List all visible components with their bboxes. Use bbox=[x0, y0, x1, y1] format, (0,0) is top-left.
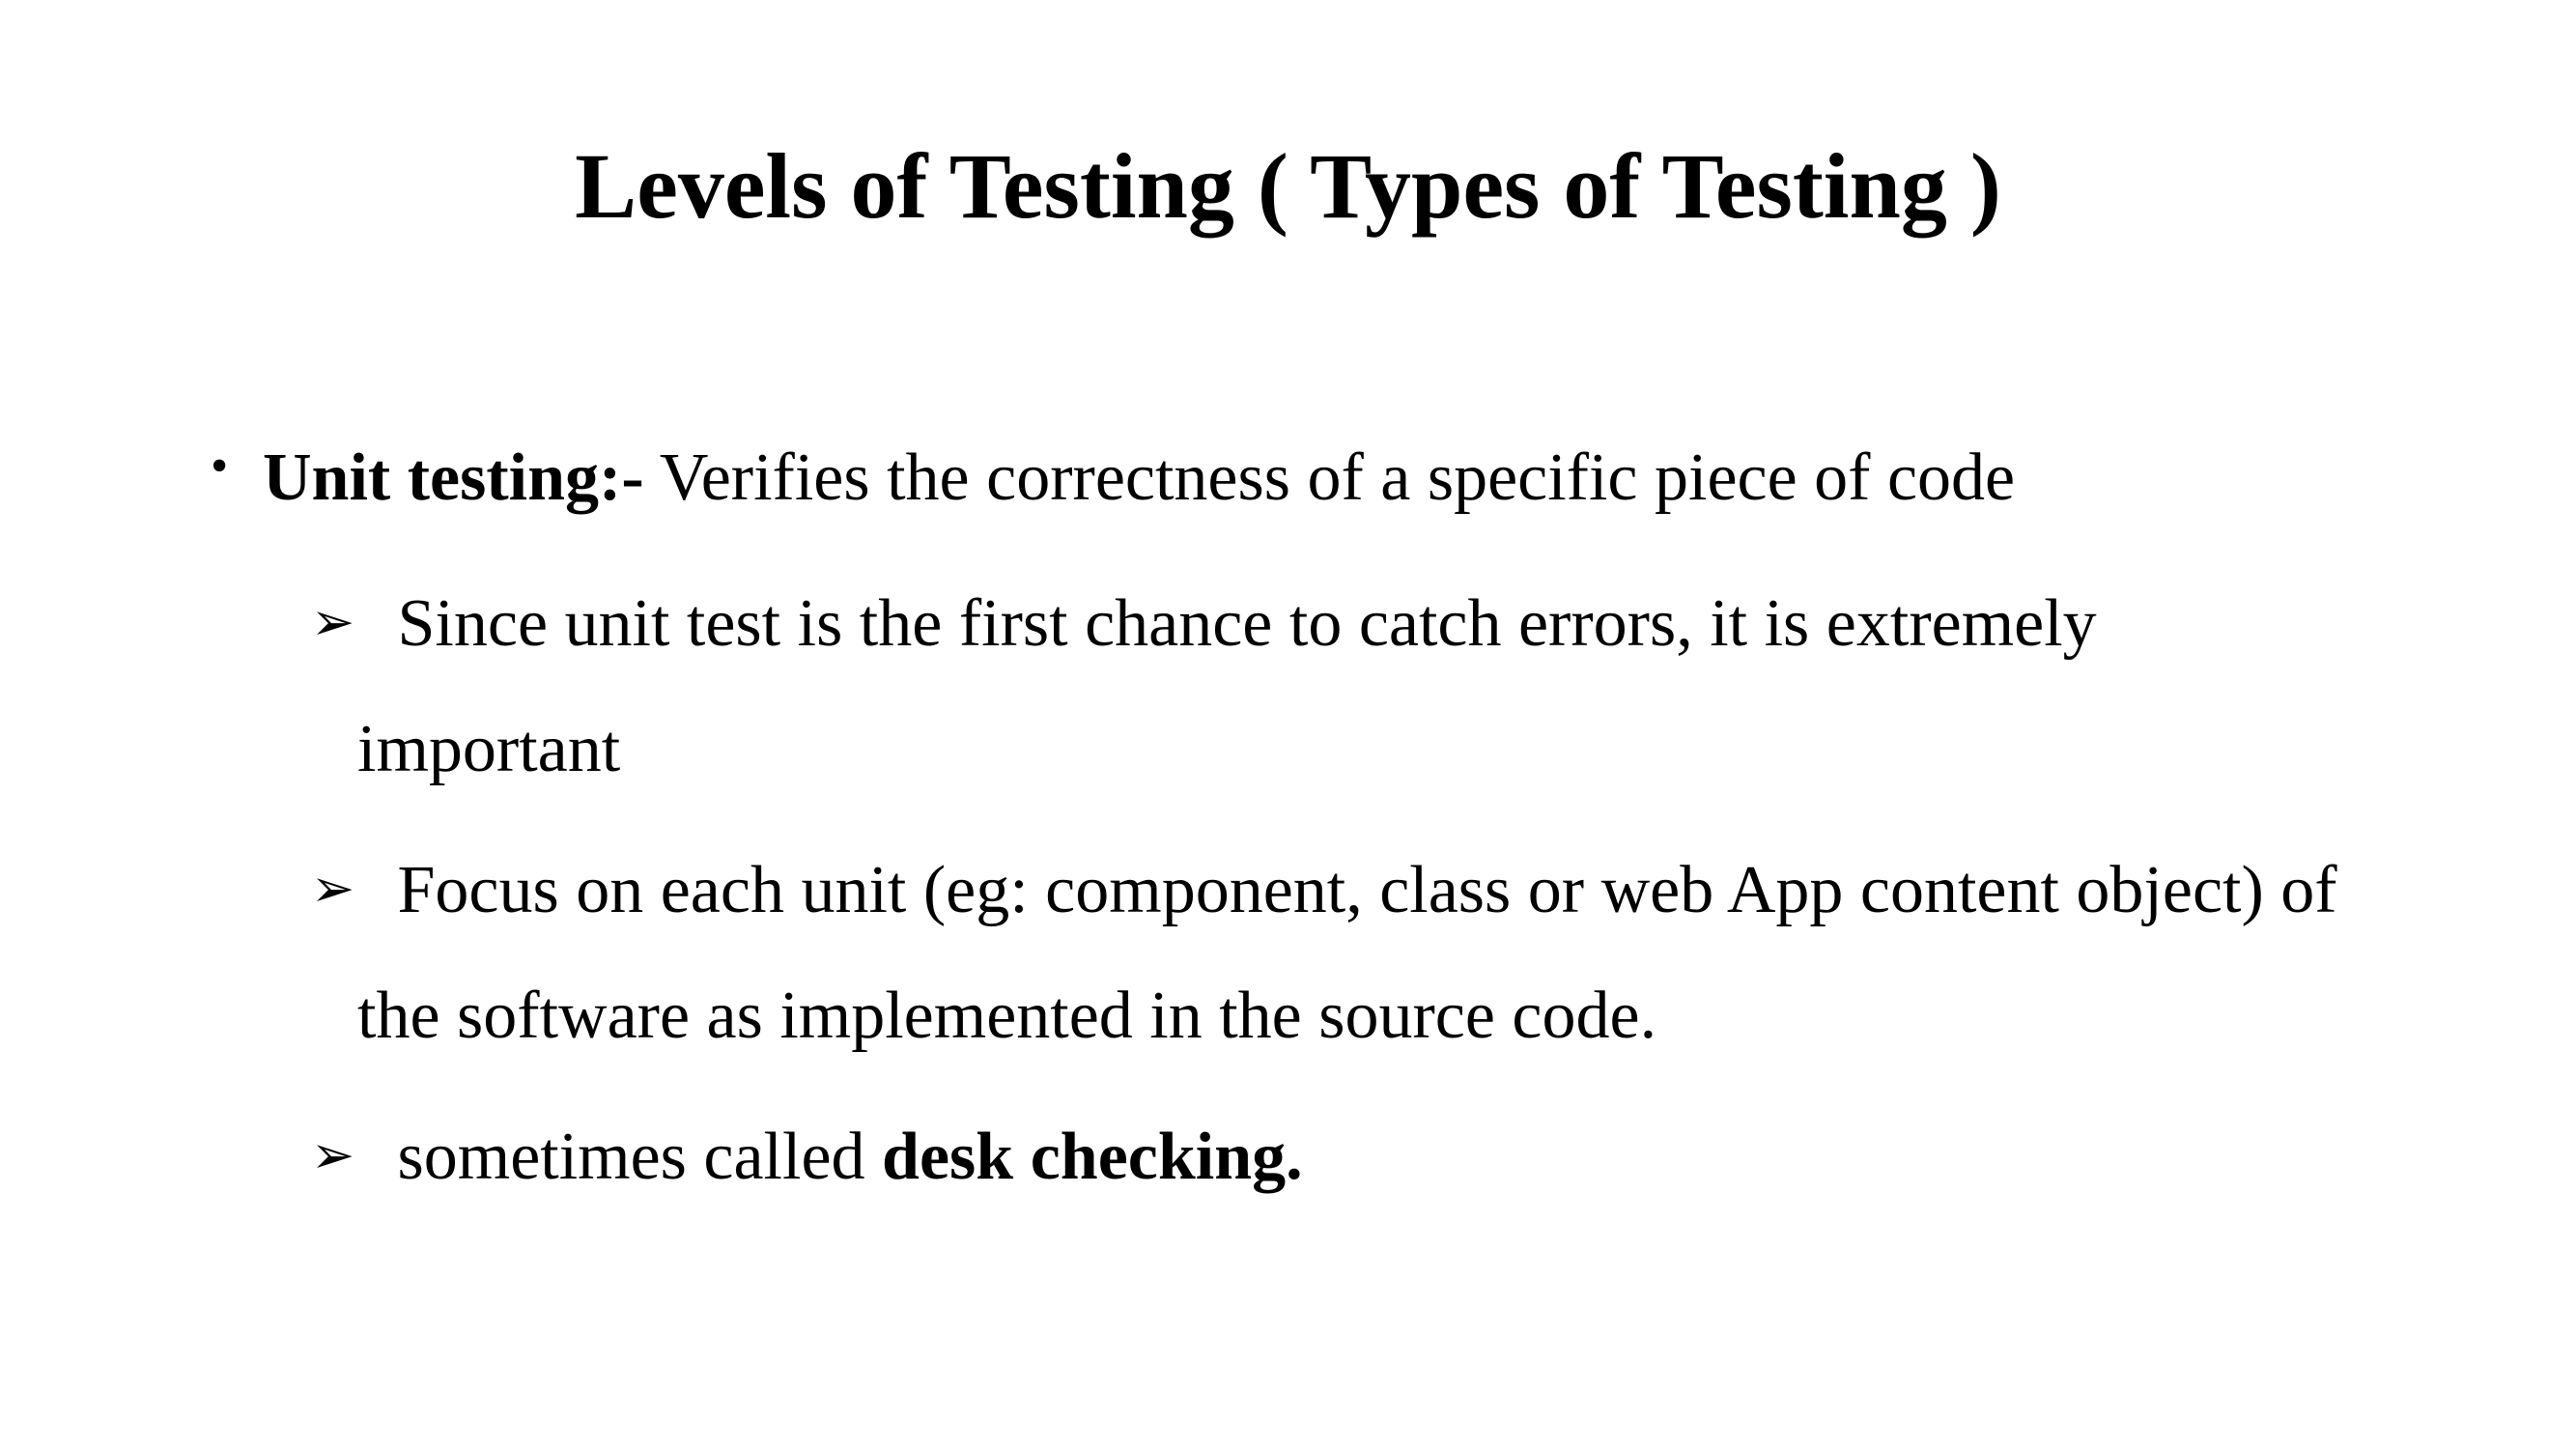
bullet-dot-icon: • bbox=[211, 439, 229, 494]
arrow-bullet-icon: ➢ bbox=[311, 1124, 355, 1185]
sub-item-text: sometimes called bbox=[381, 1120, 883, 1194]
sub-item-line: ➢ Since unit test is the first chance to… bbox=[311, 558, 2494, 686]
slide: Levels of Testing ( Types of Testing ) •… bbox=[0, 0, 2576, 1449]
sub-item-bold-term: desk checking. bbox=[882, 1120, 1303, 1194]
sub-item-text: Focus on each unit (eg: component, class… bbox=[381, 853, 2337, 927]
arrow-bullet-icon: ➢ bbox=[311, 858, 355, 919]
sub-item-focus-unit: ➢ Focus on each unit (eg: component, cla… bbox=[311, 825, 2494, 1080]
sub-item-line: ➢ Focus on each unit (eg: component, cla… bbox=[311, 825, 2494, 952]
sub-item-desk-checking: ➢ sometimes called desk checking. bbox=[311, 1092, 2494, 1219]
sub-item-line: ➢ sometimes called desk checking. bbox=[311, 1092, 2494, 1219]
bullet-description: Verifies the correctness of a specific p… bbox=[643, 440, 2016, 515]
arrow-bullet-icon: ➢ bbox=[311, 591, 355, 652]
sub-item-first-chance: ➢ Since unit test is the first chance to… bbox=[311, 558, 2494, 813]
bullet-text: Unit testing:- Verifies the correctness … bbox=[263, 435, 2015, 522]
slide-title: Levels of Testing ( Types of Testing ) bbox=[575, 134, 2001, 238]
sub-item-text: Since unit test is the first chance to c… bbox=[381, 586, 2097, 661]
bullet-term: Unit testing:- bbox=[263, 440, 644, 515]
sub-item-continuation: important bbox=[357, 712, 621, 786]
sub-item-continuation: the software as implemented in the sourc… bbox=[357, 979, 1657, 1053]
